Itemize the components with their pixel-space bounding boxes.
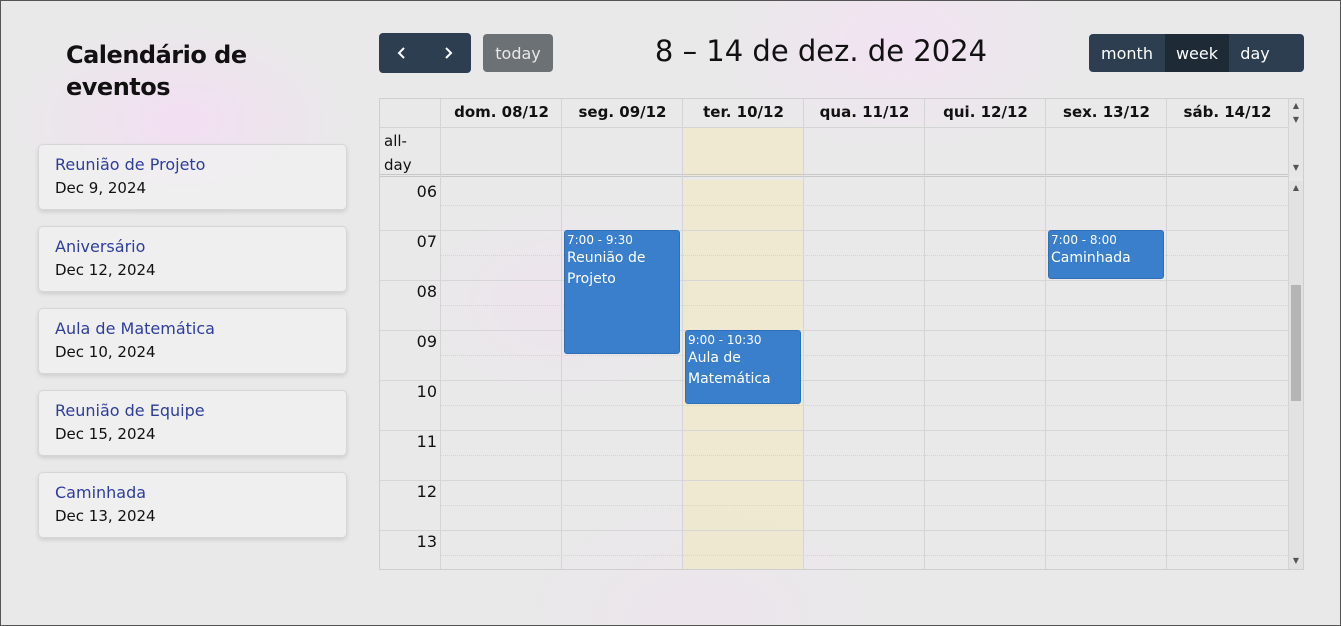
day-header: ter. 10/12 <box>703 103 784 121</box>
event-time: 7:00 - 8:00 <box>1051 233 1117 247</box>
column-divider <box>1166 99 1167 569</box>
chevron-left-icon <box>397 47 405 59</box>
hour-line <box>380 530 1290 531</box>
event-title: Caminhada <box>1051 250 1131 266</box>
event-title: Aula de Matemática <box>688 350 771 387</box>
day-header-row: dom. 08/12 seg. 09/12 ter. 10/12 qua. 11… <box>380 99 1290 128</box>
event-time: 9:00 - 10:30 <box>688 333 762 347</box>
day-header: qui. 12/12 <box>943 103 1028 121</box>
event-card-name: Aula de Matemática <box>55 319 215 338</box>
event-card[interactable]: Reunião de Equipe Dec 15, 2024 <box>38 390 347 456</box>
scroll-down-icon[interactable]: ▼ <box>1289 115 1303 125</box>
event-card-name: Caminhada <box>55 483 147 502</box>
nav-button-group <box>379 33 471 73</box>
chevron-right-icon <box>445 47 453 59</box>
day-header: seg. 09/12 <box>578 103 667 121</box>
hour-label: 10 <box>416 382 437 401</box>
scroll-down-icon[interactable]: ▼ <box>1289 163 1303 173</box>
column-divider <box>440 99 441 569</box>
calendar-event[interactable]: 9:00 - 10:30 Aula de Matemática <box>685 330 801 404</box>
hour-label: 09 <box>416 332 437 351</box>
hour-line <box>380 430 1290 431</box>
scroll-up-icon[interactable]: ▲ <box>1289 183 1303 193</box>
today-button[interactable]: today <box>483 34 553 72</box>
scroll-up-icon[interactable]: ▲ <box>1289 101 1303 111</box>
half-hour-line <box>441 355 1290 356</box>
half-hour-line <box>441 455 1290 456</box>
prev-button[interactable] <box>379 33 425 73</box>
event-card-date: Dec 15, 2024 <box>55 425 156 443</box>
page-title: Calendário de eventos <box>66 41 247 101</box>
day-header: dom. 08/12 <box>454 103 549 121</box>
allday-label: all-day <box>384 132 412 174</box>
view-switcher: month week day <box>1089 34 1304 72</box>
column-divider <box>682 99 683 569</box>
hour-line <box>380 330 1290 331</box>
view-day-button[interactable]: day <box>1229 34 1281 72</box>
event-card[interactable]: Reunião de Projeto Dec 9, 2024 <box>38 144 347 210</box>
column-divider <box>924 99 925 569</box>
event-card-name: Reunião de Equipe <box>55 401 205 420</box>
hour-label: 12 <box>416 482 437 501</box>
half-hour-line <box>441 555 1290 556</box>
event-card-name: Reunião de Projeto <box>55 155 206 174</box>
hour-label: 08 <box>416 282 437 301</box>
half-hour-line <box>441 205 1290 206</box>
event-card-date: Dec 13, 2024 <box>55 507 156 525</box>
hour-label: 13 <box>416 532 437 551</box>
hour-line <box>380 380 1290 381</box>
day-header: qua. 11/12 <box>819 103 910 121</box>
hour-label: 11 <box>416 432 437 451</box>
column-divider <box>803 99 804 569</box>
next-button[interactable] <box>425 33 471 73</box>
hour-line <box>380 280 1290 281</box>
event-card-date: Dec 9, 2024 <box>55 179 147 197</box>
event-card[interactable]: Aula de Matemática Dec 10, 2024 <box>38 308 347 374</box>
scrollbar-thumb[interactable] <box>1291 285 1301 401</box>
allday-row[interactable] <box>380 128 1290 177</box>
scroll-down-icon[interactable]: ▼ <box>1289 556 1303 566</box>
event-card[interactable]: Aniversário Dec 12, 2024 <box>38 226 347 292</box>
week-grid: dom. 08/12 seg. 09/12 ter. 10/12 qua. 11… <box>379 98 1304 570</box>
event-card-name: Aniversário <box>55 237 146 256</box>
calendar-event[interactable]: 7:00 - 8:00 Caminhada <box>1048 230 1164 279</box>
day-header: sáb. 14/12 <box>1183 103 1272 121</box>
event-time: 7:00 - 9:30 <box>567 233 633 247</box>
half-hour-line <box>441 505 1290 506</box>
column-divider <box>561 99 562 569</box>
event-title: Reunião de Projeto <box>567 250 646 287</box>
hour-label: 06 <box>416 182 437 201</box>
event-card[interactable]: Caminhada Dec 13, 2024 <box>38 472 347 538</box>
event-card-date: Dec 12, 2024 <box>55 261 156 279</box>
day-header: sex. 13/12 <box>1063 103 1150 121</box>
view-month-button[interactable]: month <box>1089 34 1165 72</box>
column-divider <box>1045 99 1046 569</box>
view-week-button[interactable]: week <box>1165 34 1229 72</box>
hour-line <box>380 480 1290 481</box>
calendar-title: 8 – 14 de dez. de 2024 <box>654 34 988 68</box>
event-card-date: Dec 10, 2024 <box>55 343 156 361</box>
half-hour-line <box>441 405 1290 406</box>
hour-label: 07 <box>416 232 437 251</box>
calendar-event[interactable]: 7:00 - 9:30 Reunião de Projeto <box>564 230 680 354</box>
